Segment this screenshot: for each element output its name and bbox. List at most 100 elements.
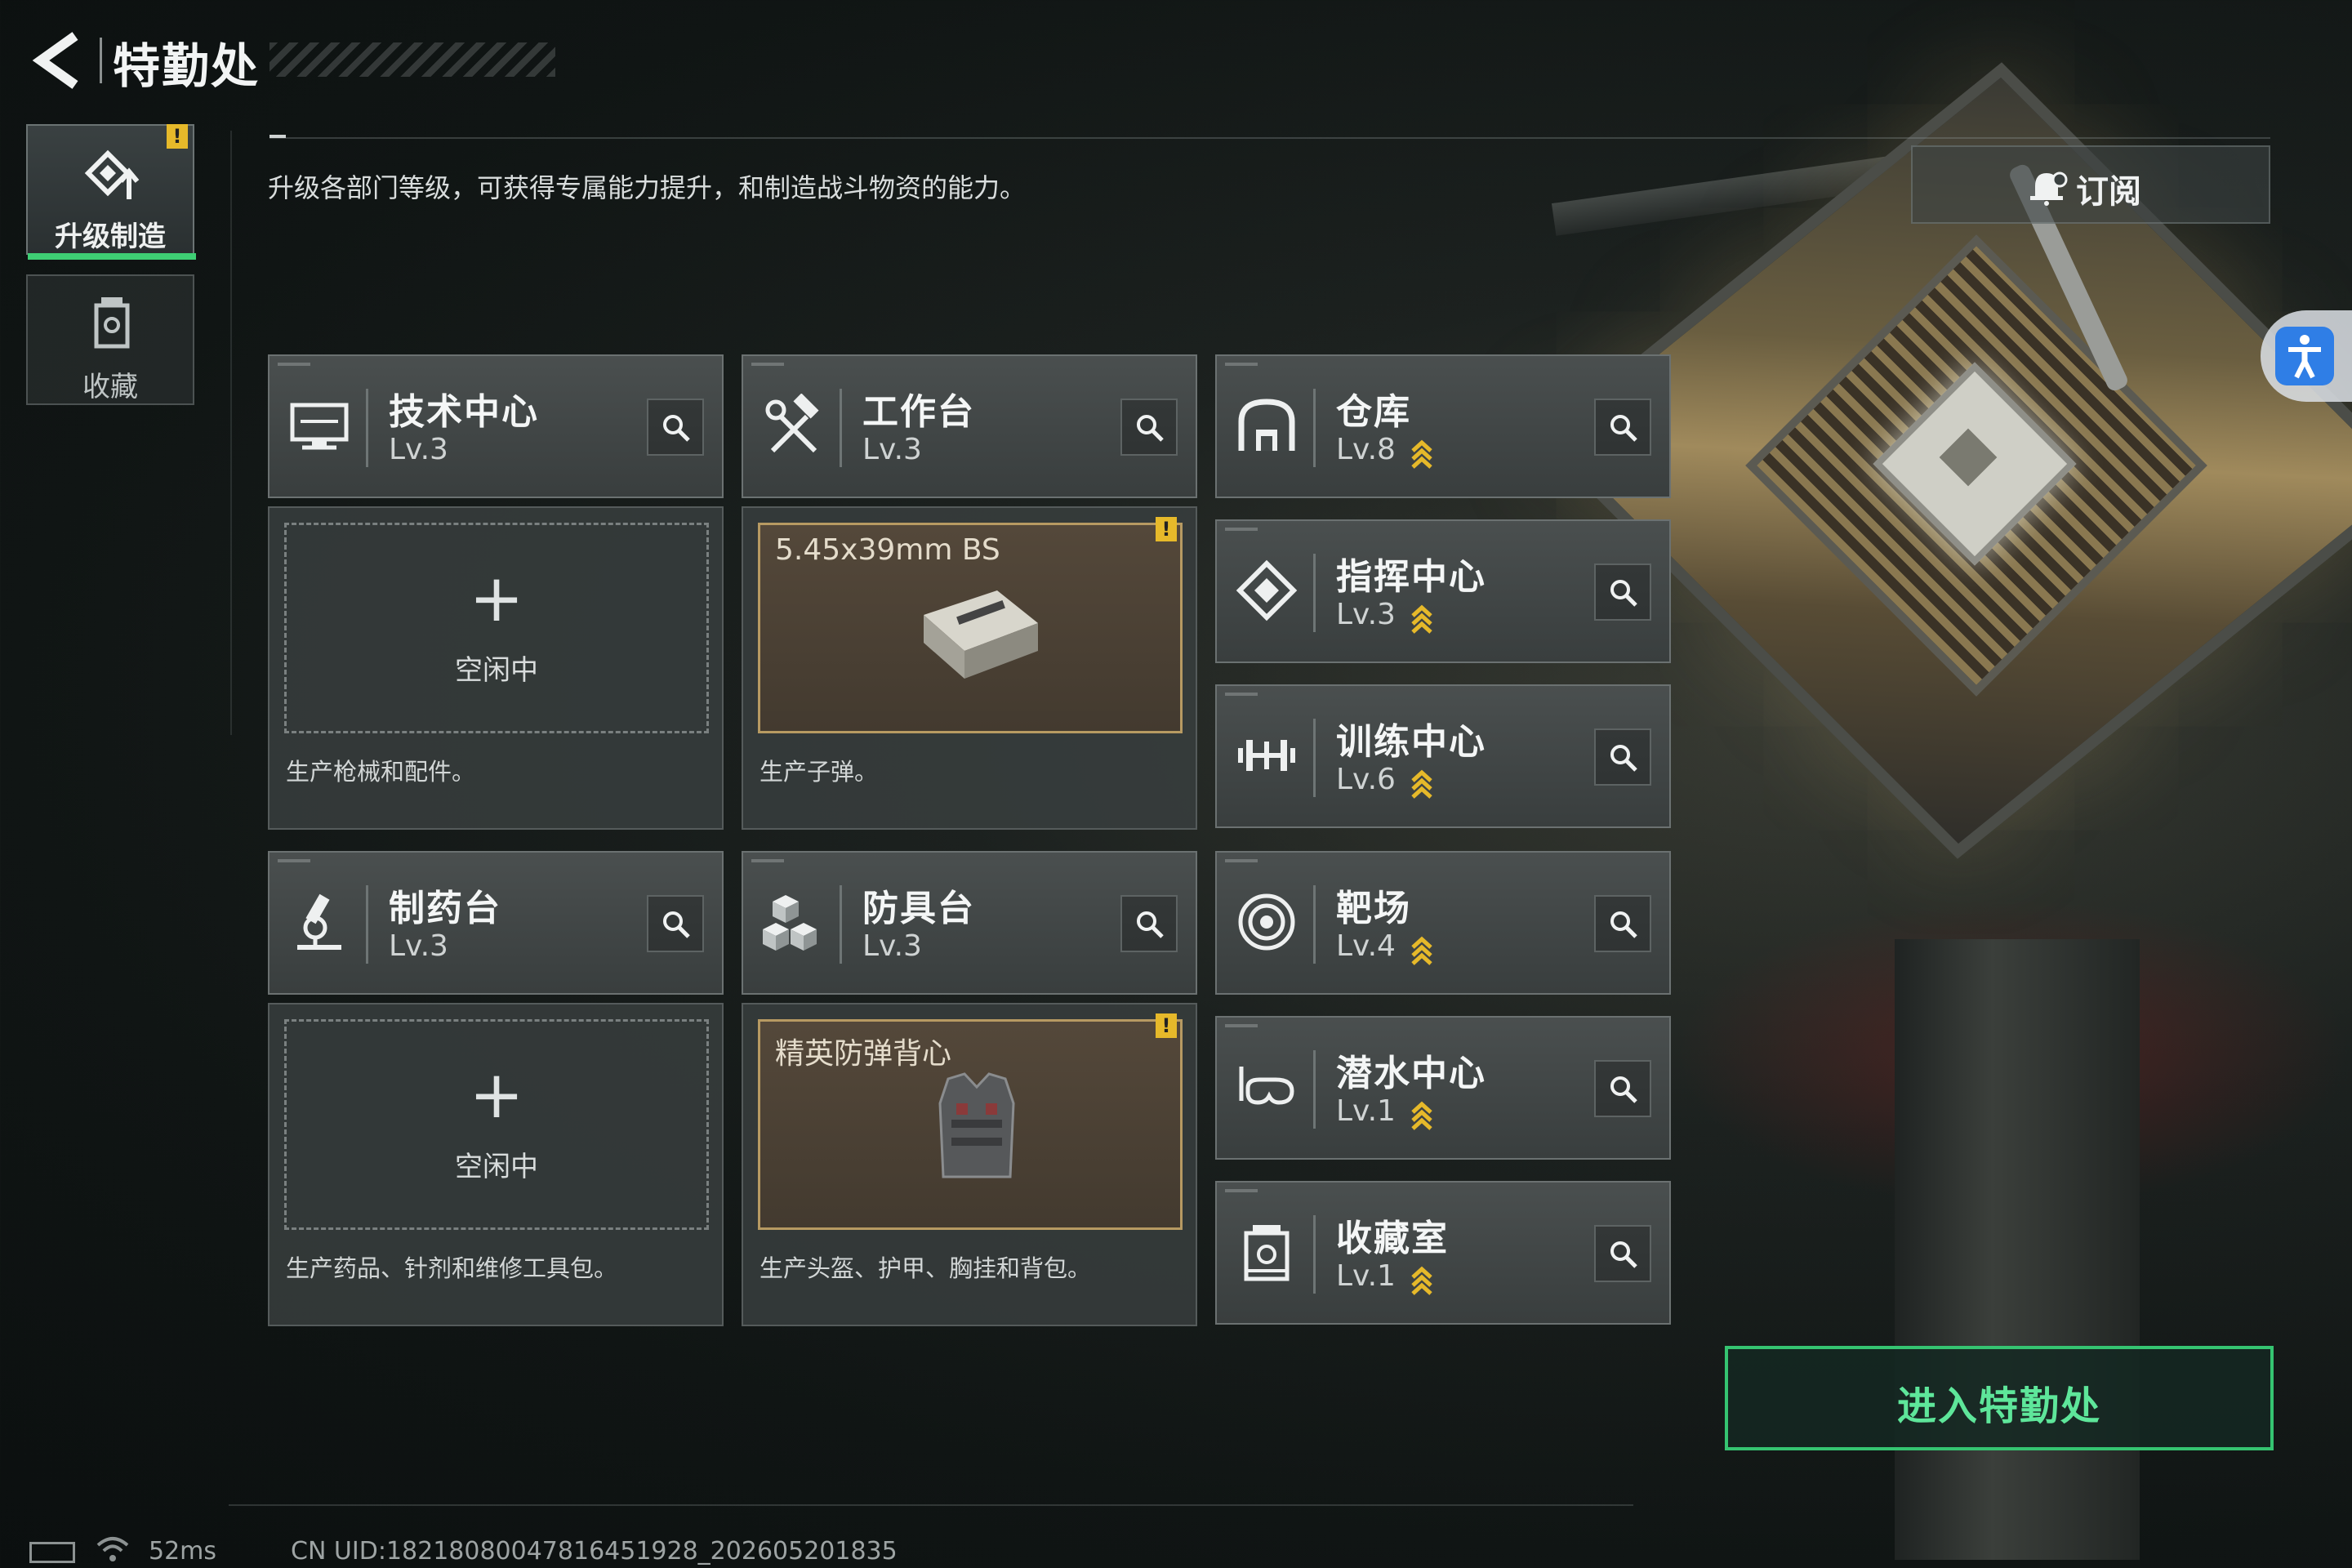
facility-card-training-center[interactable]: 训练中心 Lv.6 (1215, 684, 1671, 828)
production-item-name: 5.45x39mm BS (775, 533, 1000, 567)
tab-collection-label: 收藏 (82, 371, 138, 403)
facility-name: 潜水中心 (1336, 1053, 1486, 1094)
facility-name: 工作台 (862, 391, 975, 433)
production-card-tech-center: + 空闲中 生产枪械和配件。 (268, 506, 724, 830)
armor-vest-icon (938, 1072, 1015, 1178)
wifi-icon (96, 1537, 129, 1561)
search-button[interactable] (1594, 895, 1651, 952)
card-separator (840, 389, 842, 467)
card-separator (1313, 719, 1316, 797)
active-tab-indicator (28, 253, 196, 260)
search-button[interactable] (647, 399, 704, 456)
facility-name: 技术中心 (389, 391, 539, 433)
facility-name: 制药台 (389, 888, 501, 929)
upgrade-available-icon (1411, 1101, 1432, 1130)
card-separator (1313, 389, 1316, 467)
subscribe-button[interactable]: 订阅 (1911, 145, 2270, 224)
title-stripes (270, 42, 555, 77)
enter-special-ops-button[interactable]: 进入特勤处 (1725, 1346, 2274, 1450)
search-icon (1137, 911, 1164, 938)
production-slot-empty[interactable]: + 空闲中 (284, 1019, 709, 1230)
card-separator (1313, 554, 1316, 632)
warning-badge: ! (167, 124, 188, 149)
warning-badge: ! (1156, 1013, 1177, 1038)
production-slot-busy[interactable]: 精英防弹背心 ! (758, 1013, 1183, 1230)
production-item-name: 精英防弹背心 (775, 1037, 952, 1071)
hammer-wrench-icon (765, 394, 819, 453)
page-description: 升级各部门等级，可获得专属能力提升，和制造战斗物资的能力。 (268, 172, 1027, 203)
back-arrow-icon[interactable] (29, 31, 87, 90)
background-pillar (1895, 939, 2140, 1560)
facility-card-warehouse[interactable]: 仓库 Lv.8 (1215, 354, 1671, 498)
tab-upgrade-craft[interactable]: 升级制造 ! (26, 124, 196, 260)
card-corner-mark (278, 859, 310, 862)
search-button[interactable] (1120, 895, 1178, 952)
card-separator (1313, 1050, 1316, 1129)
upgrade-diamond-icon (84, 149, 140, 199)
facility-card-workbench[interactable]: 工作台 Lv.3 (742, 354, 1197, 498)
search-button[interactable] (1594, 1060, 1651, 1117)
card-corner-mark (278, 363, 310, 366)
production-card-workbench: 5.45x39mm BS ! 生产子弹。 (742, 506, 1197, 830)
facility-card-shooting-range[interactable]: 靶场 Lv.4 (1215, 851, 1671, 995)
production-card-armor-bench: 精英防弹背心 ! 生产头盔、护甲、胸挂和背包。 (742, 1003, 1197, 1326)
card-separator (840, 885, 842, 964)
card-separator (366, 389, 368, 467)
cubes-icon (763, 895, 817, 951)
search-button[interactable] (1594, 728, 1651, 786)
facility-card-tech-center[interactable]: 技术中心 Lv.3 (268, 354, 724, 498)
accessibility-button[interactable] (2261, 310, 2352, 402)
top-divider (270, 137, 2270, 139)
facility-card-pharmacy[interactable]: 制药台 Lv.3 (268, 851, 724, 995)
card-corner-mark (1225, 859, 1258, 862)
search-icon (1137, 415, 1164, 442)
target-icon (1238, 893, 1295, 951)
facility-name: 训练中心 (1336, 721, 1486, 763)
title-divider (100, 38, 102, 83)
facility-level: Lv.1 (1336, 1094, 1396, 1128)
search-button[interactable] (647, 895, 704, 952)
search-icon (1610, 415, 1637, 442)
search-button[interactable] (1594, 1225, 1651, 1282)
card-corner-mark (1225, 1024, 1258, 1027)
facility-level: Lv.4 (1336, 929, 1396, 963)
upgrade-available-icon (1411, 769, 1432, 799)
warehouse-icon (1238, 399, 1295, 451)
upgrade-available-icon (1411, 936, 1432, 965)
top-divider-mark (270, 135, 286, 138)
search-icon (1610, 1241, 1637, 1268)
search-button[interactable] (1594, 399, 1651, 456)
bell-icon (2030, 172, 2068, 206)
bottom-divider (229, 1504, 1633, 1506)
facility-level: Lv.6 (1336, 763, 1396, 796)
add-icon: + (469, 560, 524, 636)
dumbbell-icon (1238, 740, 1295, 771)
search-button[interactable] (1594, 564, 1651, 621)
slot-status: 空闲中 (455, 654, 538, 687)
card-separator (366, 885, 368, 964)
subscribe-label: 订阅 (2076, 173, 2141, 211)
production-card-pharmacy: + 空闲中 生产药品、针剂和维修工具包。 (268, 1003, 724, 1326)
search-icon (1610, 580, 1637, 607)
search-icon (663, 415, 690, 442)
search-icon (663, 911, 690, 938)
facility-card-armor-bench[interactable]: 防具台 Lv.3 (742, 851, 1197, 995)
production-slot-busy[interactable]: 5.45x39mm BS ! (758, 517, 1183, 733)
facility-level: Lv.3 (862, 433, 922, 466)
facility-level: Lv.3 (389, 433, 448, 466)
upgrade-available-icon (1411, 604, 1432, 634)
production-slot-empty[interactable]: + 空闲中 (284, 523, 709, 733)
slot-status: 空闲中 (455, 1151, 538, 1183)
facility-card-diving-center[interactable]: 潜水中心 Lv.1 (1215, 1016, 1671, 1160)
card-corner-mark (1225, 1189, 1258, 1192)
facility-card-command-center[interactable]: 指挥中心 Lv.3 (1215, 519, 1671, 663)
upgrade-available-icon (1411, 439, 1432, 469)
production-description: 生产枪械和配件。 (286, 758, 476, 786)
search-button[interactable] (1120, 399, 1178, 456)
tab-collection[interactable]: 收藏 (26, 274, 194, 405)
side-divider (230, 131, 232, 735)
add-icon: + (469, 1057, 524, 1133)
page-title: 特勤处 (113, 38, 261, 94)
search-icon (1610, 911, 1637, 938)
facility-card-collection-room[interactable]: 收藏室 Lv.1 (1215, 1181, 1671, 1325)
